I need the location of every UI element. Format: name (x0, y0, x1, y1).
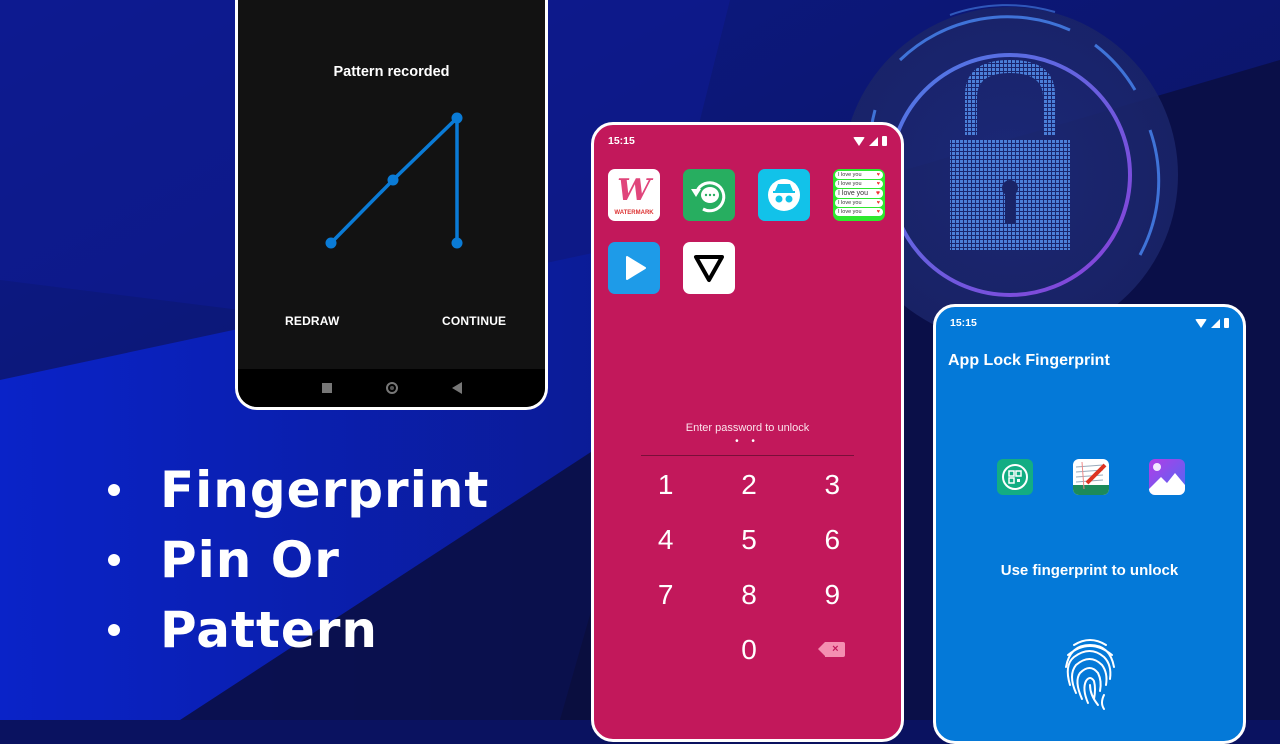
key-0[interactable]: 0 (707, 632, 790, 667)
key-8[interactable]: 8 (707, 577, 790, 612)
feature-item: Pin Or (108, 525, 489, 595)
restore-chat-glyph (691, 181, 726, 213)
fingerprint-icon[interactable] (1060, 635, 1120, 715)
key-2[interactable]: 2 (707, 467, 790, 502)
love-text: I love you (838, 181, 862, 187)
pin-prompt: Enter password to unlock (685, 422, 810, 434)
home-icon[interactable] (385, 382, 398, 394)
play-glyph (626, 256, 646, 280)
status-time: 15:15 (950, 317, 977, 329)
heart-icon: ♥ (876, 172, 880, 178)
notes-glyph (1073, 461, 1109, 495)
status-bar: 15:15 (608, 134, 887, 148)
feature-item: Fingerprint (108, 455, 489, 525)
gallery-app-icon[interactable] (1149, 459, 1185, 495)
feature-text: Pin Or (160, 531, 340, 589)
wifi-icon (853, 136, 865, 146)
feature-item: Pattern (108, 595, 489, 665)
pin-divider (641, 455, 854, 456)
play-app-icon[interactable] (608, 242, 660, 294)
navigation-bar (238, 369, 545, 407)
key-3[interactable]: 3 (791, 467, 874, 502)
incognito-app-icon[interactable] (758, 169, 810, 221)
fingerprint-message: Use fingerprint to unlock (1000, 562, 1179, 579)
battery-icon (882, 136, 887, 146)
heart-icon: ♥ (875, 190, 880, 197)
incognito-glyph (768, 179, 800, 211)
app-title: App Lock Fingerprint (948, 352, 1110, 369)
restore-chat-app-icon[interactable] (683, 169, 735, 221)
watermark-app-icon[interactable]: W WATERMARK (608, 169, 660, 221)
pattern-node-3 (451, 112, 463, 124)
watermark-label: WATERMARK (614, 210, 654, 216)
key-1[interactable]: 1 (624, 467, 707, 502)
redraw-button[interactable]: REDRAW (285, 314, 340, 328)
love-text: I love you (838, 209, 862, 215)
app-grid: W WATERMARK I love you ♥ I love you ♥ I lo… (608, 169, 885, 294)
battery-icon (1224, 318, 1229, 328)
status-time: 15:15 (608, 135, 635, 147)
pattern-phone: Pattern recorded REDRAW CONTINUE (235, 0, 548, 410)
heart-icon: ♥ (876, 181, 880, 187)
wifi-icon (1195, 318, 1207, 328)
continue-button[interactable]: CONTINUE (442, 314, 506, 328)
signal-icon (869, 136, 878, 146)
backspace-button[interactable]: × (791, 632, 874, 667)
signal-icon (1211, 318, 1220, 328)
watermark-logo: W (617, 173, 651, 208)
feature-list: Fingerprint Pin Or Pattern (108, 455, 489, 665)
back-icon[interactable] (451, 382, 462, 394)
pattern-grid[interactable] (238, 0, 548, 410)
qr-scanner-app-icon[interactable] (997, 459, 1033, 495)
heart-icon: ♥ (876, 200, 880, 206)
pin-entered-dots: • • (735, 436, 760, 447)
pattern-node-9 (451, 237, 463, 249)
fingerprint-phone: 15:15 App Lock Fingerprint Use fingerpri… (933, 304, 1246, 744)
gallery-glyph (1149, 463, 1185, 495)
qr-glyph (1002, 464, 1028, 490)
love-text: I love you (838, 200, 862, 206)
recents-icon[interactable] (321, 383, 332, 393)
feature-text: Fingerprint (160, 461, 490, 519)
keypad-empty (624, 632, 707, 667)
key-4[interactable]: 4 (624, 522, 707, 557)
key-6[interactable]: 6 (791, 522, 874, 557)
feature-text: Pattern (160, 601, 379, 659)
love-text: I love you (838, 172, 862, 178)
pattern-node-7 (325, 237, 337, 249)
backspace-icon: × (818, 642, 846, 657)
key-5[interactable]: 5 (707, 522, 790, 557)
status-bar: 15:15 (950, 316, 1229, 330)
bullet-icon (108, 624, 120, 636)
notes-app-icon[interactable] (1073, 459, 1109, 495)
key-7[interactable]: 7 (624, 577, 707, 612)
triangle-app-icon[interactable] (683, 242, 735, 294)
key-9[interactable]: 9 (791, 577, 874, 612)
pin-phone: 15:15 W WATERMARK I love you ♥ I love yo… (591, 122, 904, 742)
triangle-glyph (694, 255, 724, 282)
locked-apps (997, 459, 1185, 495)
love-messages-app-icon[interactable]: I love you ♥ I love you ♥ I love you ♥ I lo… (833, 169, 885, 221)
heart-icon: ♥ (876, 209, 880, 215)
pin-keypad: 1 2 3 4 5 6 7 8 9 0 × (624, 467, 874, 667)
pattern-node-5 (387, 174, 399, 186)
love-text: I love you (838, 190, 868, 197)
bullet-icon (108, 554, 120, 566)
bullet-icon (108, 484, 120, 496)
